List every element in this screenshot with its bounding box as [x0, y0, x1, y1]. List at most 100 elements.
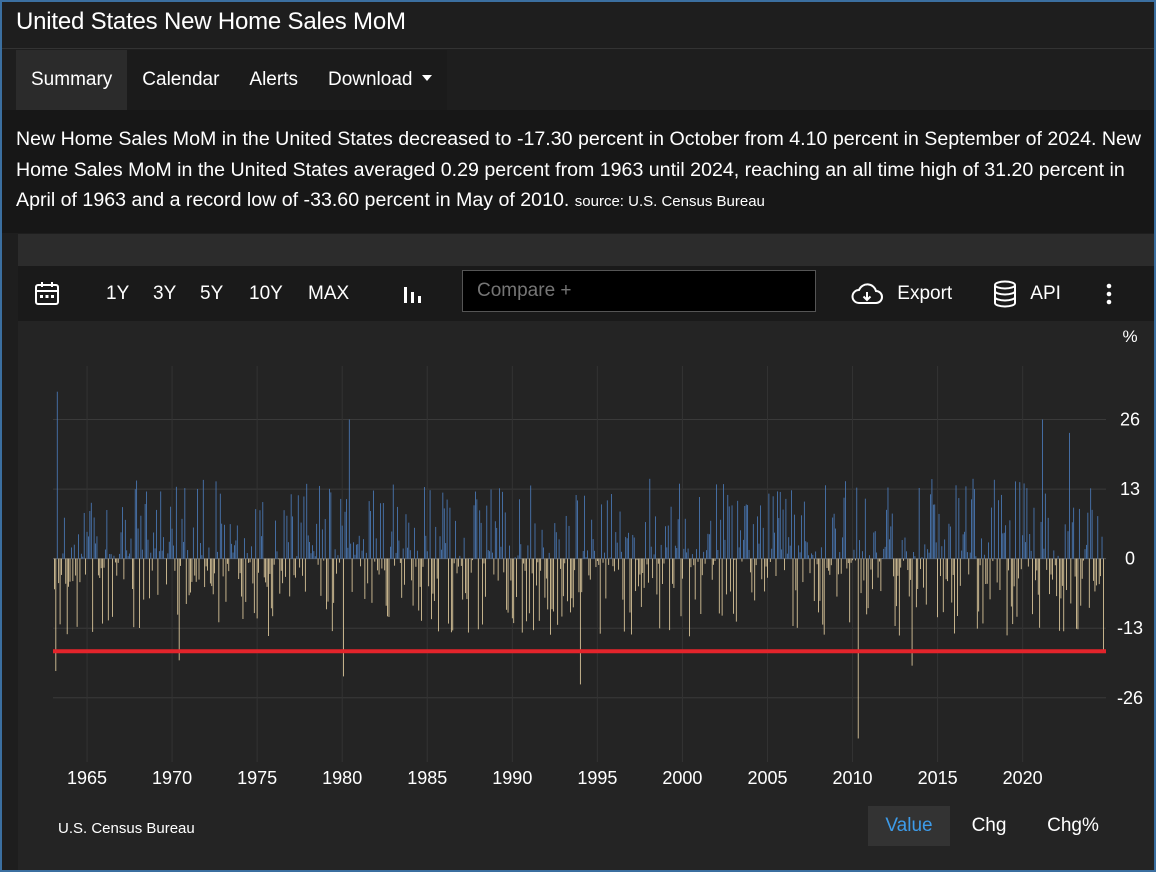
bar: [1012, 558, 1014, 625]
bar: [643, 558, 645, 588]
bar: [127, 556, 129, 559]
bar: [589, 558, 591, 580]
bar: [998, 500, 999, 559]
bar: [71, 547, 72, 559]
bar: [884, 546, 886, 559]
bar: [606, 500, 608, 559]
compare-input[interactable]: [462, 270, 816, 312]
tab-summary[interactable]: Summary: [16, 50, 128, 110]
bar: [645, 522, 646, 559]
bar: [79, 558, 81, 583]
bar: [996, 558, 998, 583]
bar: [757, 516, 758, 559]
range-max-button[interactable]: MAX: [308, 266, 349, 321]
bar: [599, 558, 601, 634]
chg-button[interactable]: Chg: [958, 806, 1020, 846]
value-button[interactable]: Value: [868, 806, 950, 846]
bar: [97, 558, 99, 576]
bar: [382, 503, 384, 559]
bar: [527, 545, 529, 559]
bar: [303, 496, 305, 559]
tab-download[interactable]: Download: [313, 50, 448, 110]
bar: [989, 558, 991, 600]
range-1y-button[interactable]: 1Y: [106, 266, 129, 321]
bar: [656, 558, 658, 595]
export-label: Export: [897, 283, 953, 304]
bar: [1061, 558, 1063, 586]
bar: [493, 558, 495, 575]
bar: [181, 518, 183, 559]
bar: [696, 549, 697, 559]
bar: [877, 558, 879, 578]
bar: [796, 558, 798, 628]
bar: [829, 558, 831, 575]
bar: [263, 558, 265, 578]
bar: [866, 558, 868, 615]
bar: [1081, 558, 1083, 579]
bar: [626, 538, 628, 559]
bar: [636, 558, 638, 561]
bar: [258, 558, 259, 573]
bar: [758, 543, 760, 559]
bar: [673, 558, 675, 588]
bar: [934, 504, 936, 559]
bar: [530, 485, 532, 559]
bar: [207, 558, 208, 571]
bar: [1049, 558, 1050, 595]
more-options-icon[interactable]: [1105, 266, 1113, 321]
bar: [402, 548, 404, 559]
bar: [1097, 516, 1099, 559]
bar: [789, 545, 791, 559]
bar: [847, 558, 849, 564]
bar: [876, 552, 878, 559]
bar: [405, 514, 407, 559]
bar: [913, 551, 914, 559]
bar: [523, 558, 525, 564]
range-5y-button[interactable]: 5Y: [200, 266, 223, 321]
bar: [456, 558, 458, 574]
bar: [466, 558, 468, 600]
range-3y-button[interactable]: 3Y: [153, 266, 176, 321]
y-tick-label: -26: [1117, 688, 1143, 708]
bar: [490, 489, 492, 559]
bar: [202, 479, 204, 559]
bar: [192, 527, 194, 559]
bar: [567, 558, 568, 602]
bar: [611, 494, 612, 559]
bar: [655, 516, 656, 559]
bar: [854, 558, 856, 561]
bar: [324, 519, 326, 559]
bar: [832, 517, 834, 559]
bar: [156, 509, 157, 559]
bar: [212, 558, 214, 595]
bar: [769, 558, 771, 562]
bar: [710, 520, 712, 559]
tab-calendar[interactable]: Calendar: [127, 50, 234, 110]
bar: [791, 490, 792, 559]
api-button[interactable]: API: [993, 266, 1061, 321]
bar: [915, 558, 917, 608]
x-tick-label: 1990: [492, 768, 532, 788]
bar: [330, 492, 332, 559]
bar: [955, 485, 957, 559]
bar: [191, 558, 193, 582]
bar: [1067, 531, 1069, 559]
chg-pct-button[interactable]: Chg%: [1028, 806, 1118, 846]
bar: [175, 486, 177, 559]
bar: [574, 558, 576, 571]
bar: [368, 501, 370, 559]
bar: [149, 558, 150, 599]
bar: [959, 558, 961, 586]
bar: [414, 527, 415, 559]
calendar-icon[interactable]: [34, 266, 60, 321]
range-10y-button[interactable]: 10Y: [249, 266, 283, 321]
bar: [326, 558, 327, 610]
bar: [690, 558, 692, 568]
bar: [494, 521, 496, 559]
tab-alerts[interactable]: Alerts: [234, 50, 313, 110]
chart-type-icon[interactable]: [402, 266, 424, 321]
bar: [377, 558, 379, 571]
x-tick-label: 1970: [152, 768, 192, 788]
export-button[interactable]: Export: [850, 266, 952, 321]
bar: [1006, 558, 1008, 636]
